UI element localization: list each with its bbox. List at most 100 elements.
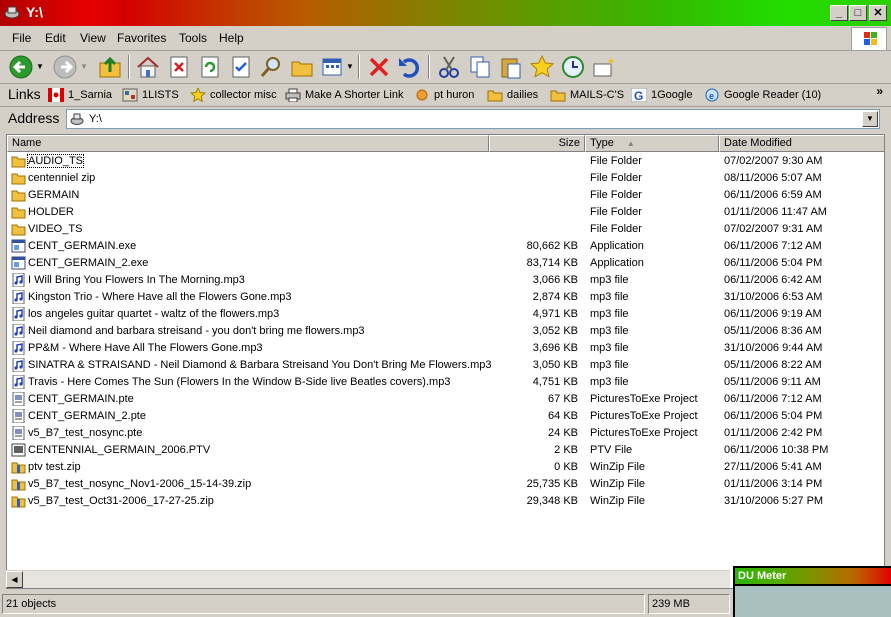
file-row[interactable]: AUDIO_TS File Folder 07/02/2007 9:30 AM — [7, 153, 884, 170]
minimize-button[interactable]: _ — [830, 5, 848, 21]
file-row[interactable]: CENTENNIAL_GERMAIN_2006.PTV 2 KB PTV File 0… — [7, 442, 884, 459]
file-row[interactable]: Kingston Trio - Where Have all the Flowe… — [7, 289, 884, 306]
menu-edit[interactable]: Edit — [45, 31, 66, 45]
file-row[interactable]: v5_B7_test_Oct31-2006_17-27-25.zip 29,348… — [7, 493, 884, 510]
file-row[interactable]: v5_B7_test_nosync.pte 24 KB PicturesToExe … — [7, 425, 884, 442]
address-input[interactable]: Y:\ ▼ — [66, 109, 880, 129]
refresh-icon[interactable] — [197, 54, 223, 80]
star-icon — [190, 88, 206, 102]
file-list[interactable]: Name Size Type ▲ Date Modified AUDIO_TS F… — [6, 134, 885, 589]
link-1google[interactable]: G 1Google — [631, 87, 693, 103]
back-icon[interactable] — [8, 54, 34, 80]
back-dropdown-icon[interactable]: ▼ — [36, 54, 46, 80]
checklist-icon[interactable] — [228, 54, 254, 80]
file-date-modified: 06/11/2006 9:19 AM — [724, 308, 822, 320]
du-meter-widget[interactable]: DU Meter — [733, 566, 891, 617]
menu-file[interactable]: File — [12, 31, 31, 45]
file-row[interactable]: Neil diamond and barbara streisand - you… — [7, 323, 884, 340]
file-date-modified: 05/11/2006 8:36 AM — [724, 325, 822, 337]
menu-favorites[interactable]: Favorites — [117, 31, 166, 45]
file-row[interactable]: centenniel zip File Folder 08/11/2006 5:07… — [7, 170, 884, 187]
horizontal-scrollbar[interactable]: ◀ — [6, 570, 730, 588]
file-size: 64 KB — [548, 410, 578, 422]
file-type: Application — [590, 240, 644, 252]
file-size: 67 KB — [548, 393, 578, 405]
printer-icon — [285, 88, 301, 102]
link-mails-cs[interactable]: MAILS-C'S — [550, 87, 624, 103]
file-row[interactable]: PP&M - Where Have All The Flowers Gone.m… — [7, 340, 884, 357]
file-row[interactable]: SINATRA & STRAISAND - Neil Diamond & Bar… — [7, 357, 884, 374]
zip-icon — [11, 460, 26, 474]
copy-icon[interactable] — [467, 54, 493, 80]
file-row[interactable]: CENT_GERMAIN.exe 80,662 KB Application 06/1… — [7, 238, 884, 255]
file-type: WinZip File — [590, 478, 646, 490]
forward-dropdown-icon[interactable]: ▼ — [80, 54, 90, 80]
home-icon[interactable] — [135, 54, 161, 80]
menu-view[interactable]: View — [80, 31, 106, 45]
links-overflow-chevron-icon[interactable]: » — [876, 84, 883, 98]
link-1lists[interactable]: 1LISTS — [122, 87, 179, 103]
file-row[interactable]: CENT_GERMAIN_2.pte 64 KB PicturesToExe Pro… — [7, 408, 884, 425]
file-type: WinZip File — [590, 495, 646, 507]
history-icon[interactable] — [560, 54, 586, 80]
forward-icon[interactable] — [52, 54, 78, 80]
file-size: 2 KB — [554, 444, 578, 456]
new-folder-icon[interactable] — [591, 54, 617, 80]
link-dailies[interactable]: dailies — [487, 87, 538, 103]
pte-icon — [11, 408, 26, 424]
folders-icon[interactable] — [289, 54, 315, 80]
file-row[interactable]: Travis - Here Comes The Sun (Flowers In … — [7, 374, 884, 391]
exe-icon — [11, 256, 26, 270]
scroll-left-icon[interactable]: ◀ — [6, 571, 23, 588]
mp3-icon — [11, 357, 26, 373]
file-row[interactable]: I Will Bring You Flowers In The Morning.… — [7, 272, 884, 289]
link-1-sarnia[interactable]: 1_Sarnia — [48, 87, 112, 103]
cut-icon[interactable] — [436, 54, 462, 80]
column-header-date[interactable]: Date Modified — [719, 135, 884, 152]
file-row[interactable]: VIDEO_TS File Folder 07/02/2007 9:31 AM — [7, 221, 884, 238]
file-type: WinZip File — [590, 461, 646, 473]
file-date-modified: 31/10/2006 5:27 PM — [724, 495, 824, 507]
paste-icon[interactable] — [498, 54, 524, 80]
menu-help[interactable]: Help — [219, 31, 244, 45]
file-row[interactable]: v5_B7_test_nosync_Nov1-2006_15-14-39.zip… — [7, 476, 884, 493]
views-dropdown-icon[interactable]: ▼ — [346, 54, 354, 80]
link-make-a-shorter-link[interactable]: Make A Shorter Link — [285, 87, 403, 103]
file-row[interactable]: ptv test.zip 0 KB WinZip File 27/11/2006 5:… — [7, 459, 884, 476]
stop-page-icon[interactable] — [166, 54, 192, 80]
close-button[interactable]: ✕ — [869, 5, 887, 21]
sun-icon — [416, 89, 428, 101]
search-icon[interactable] — [258, 54, 284, 80]
file-row[interactable]: GERMAIN File Folder 06/11/2006 6:59 AM — [7, 187, 884, 204]
file-name: Neil diamond and barbara streisand - you… — [28, 325, 365, 337]
up-folder-icon[interactable] — [97, 54, 123, 80]
file-row[interactable]: HOLDER File Folder 01/11/2006 11:47 AM — [7, 204, 884, 221]
undo-icon[interactable] — [396, 54, 422, 80]
file-size: 83,714 KB — [526, 257, 578, 269]
views-icon[interactable] — [320, 54, 346, 80]
column-header-type[interactable]: Type ▲ — [585, 135, 719, 152]
pte-icon — [11, 391, 26, 407]
mp3-icon — [11, 323, 26, 339]
windows-logo-icon — [851, 27, 887, 51]
maximize-button[interactable]: □ — [849, 5, 867, 21]
menu-tools[interactable]: Tools — [179, 31, 207, 45]
file-row[interactable]: CENT_GERMAIN_2.exe 83,714 KB Application 06… — [7, 255, 884, 272]
file-date-modified: 06/11/2006 5:04 PM — [724, 257, 823, 269]
favorites-star-icon[interactable] — [529, 54, 555, 80]
delete-icon[interactable] — [366, 54, 392, 80]
link-pt-huron[interactable]: pt huron — [414, 87, 474, 103]
title-bar[interactable]: Y:\ _ □ ✕ — [0, 0, 891, 26]
file-row[interactable]: los angeles guitar quartet - waltz of th… — [7, 306, 884, 323]
mp3-icon — [11, 306, 26, 322]
column-header-name[interactable]: Name — [7, 135, 489, 152]
folder-icon — [550, 90, 566, 102]
link-google-reader[interactable]: e Google Reader (10) — [704, 87, 821, 103]
address-dropdown-icon[interactable]: ▼ — [862, 111, 878, 127]
file-row[interactable]: CENT_GERMAIN.pte 67 KB PicturesToExe Proje… — [7, 391, 884, 408]
column-header-size[interactable]: Size — [489, 135, 585, 152]
file-name: PP&M - Where Have All The Flowers Gone.m… — [28, 342, 263, 354]
pte-icon — [11, 425, 26, 441]
file-type: File Folder — [590, 223, 642, 235]
link-collector-misc[interactable]: collector misc — [190, 87, 277, 103]
